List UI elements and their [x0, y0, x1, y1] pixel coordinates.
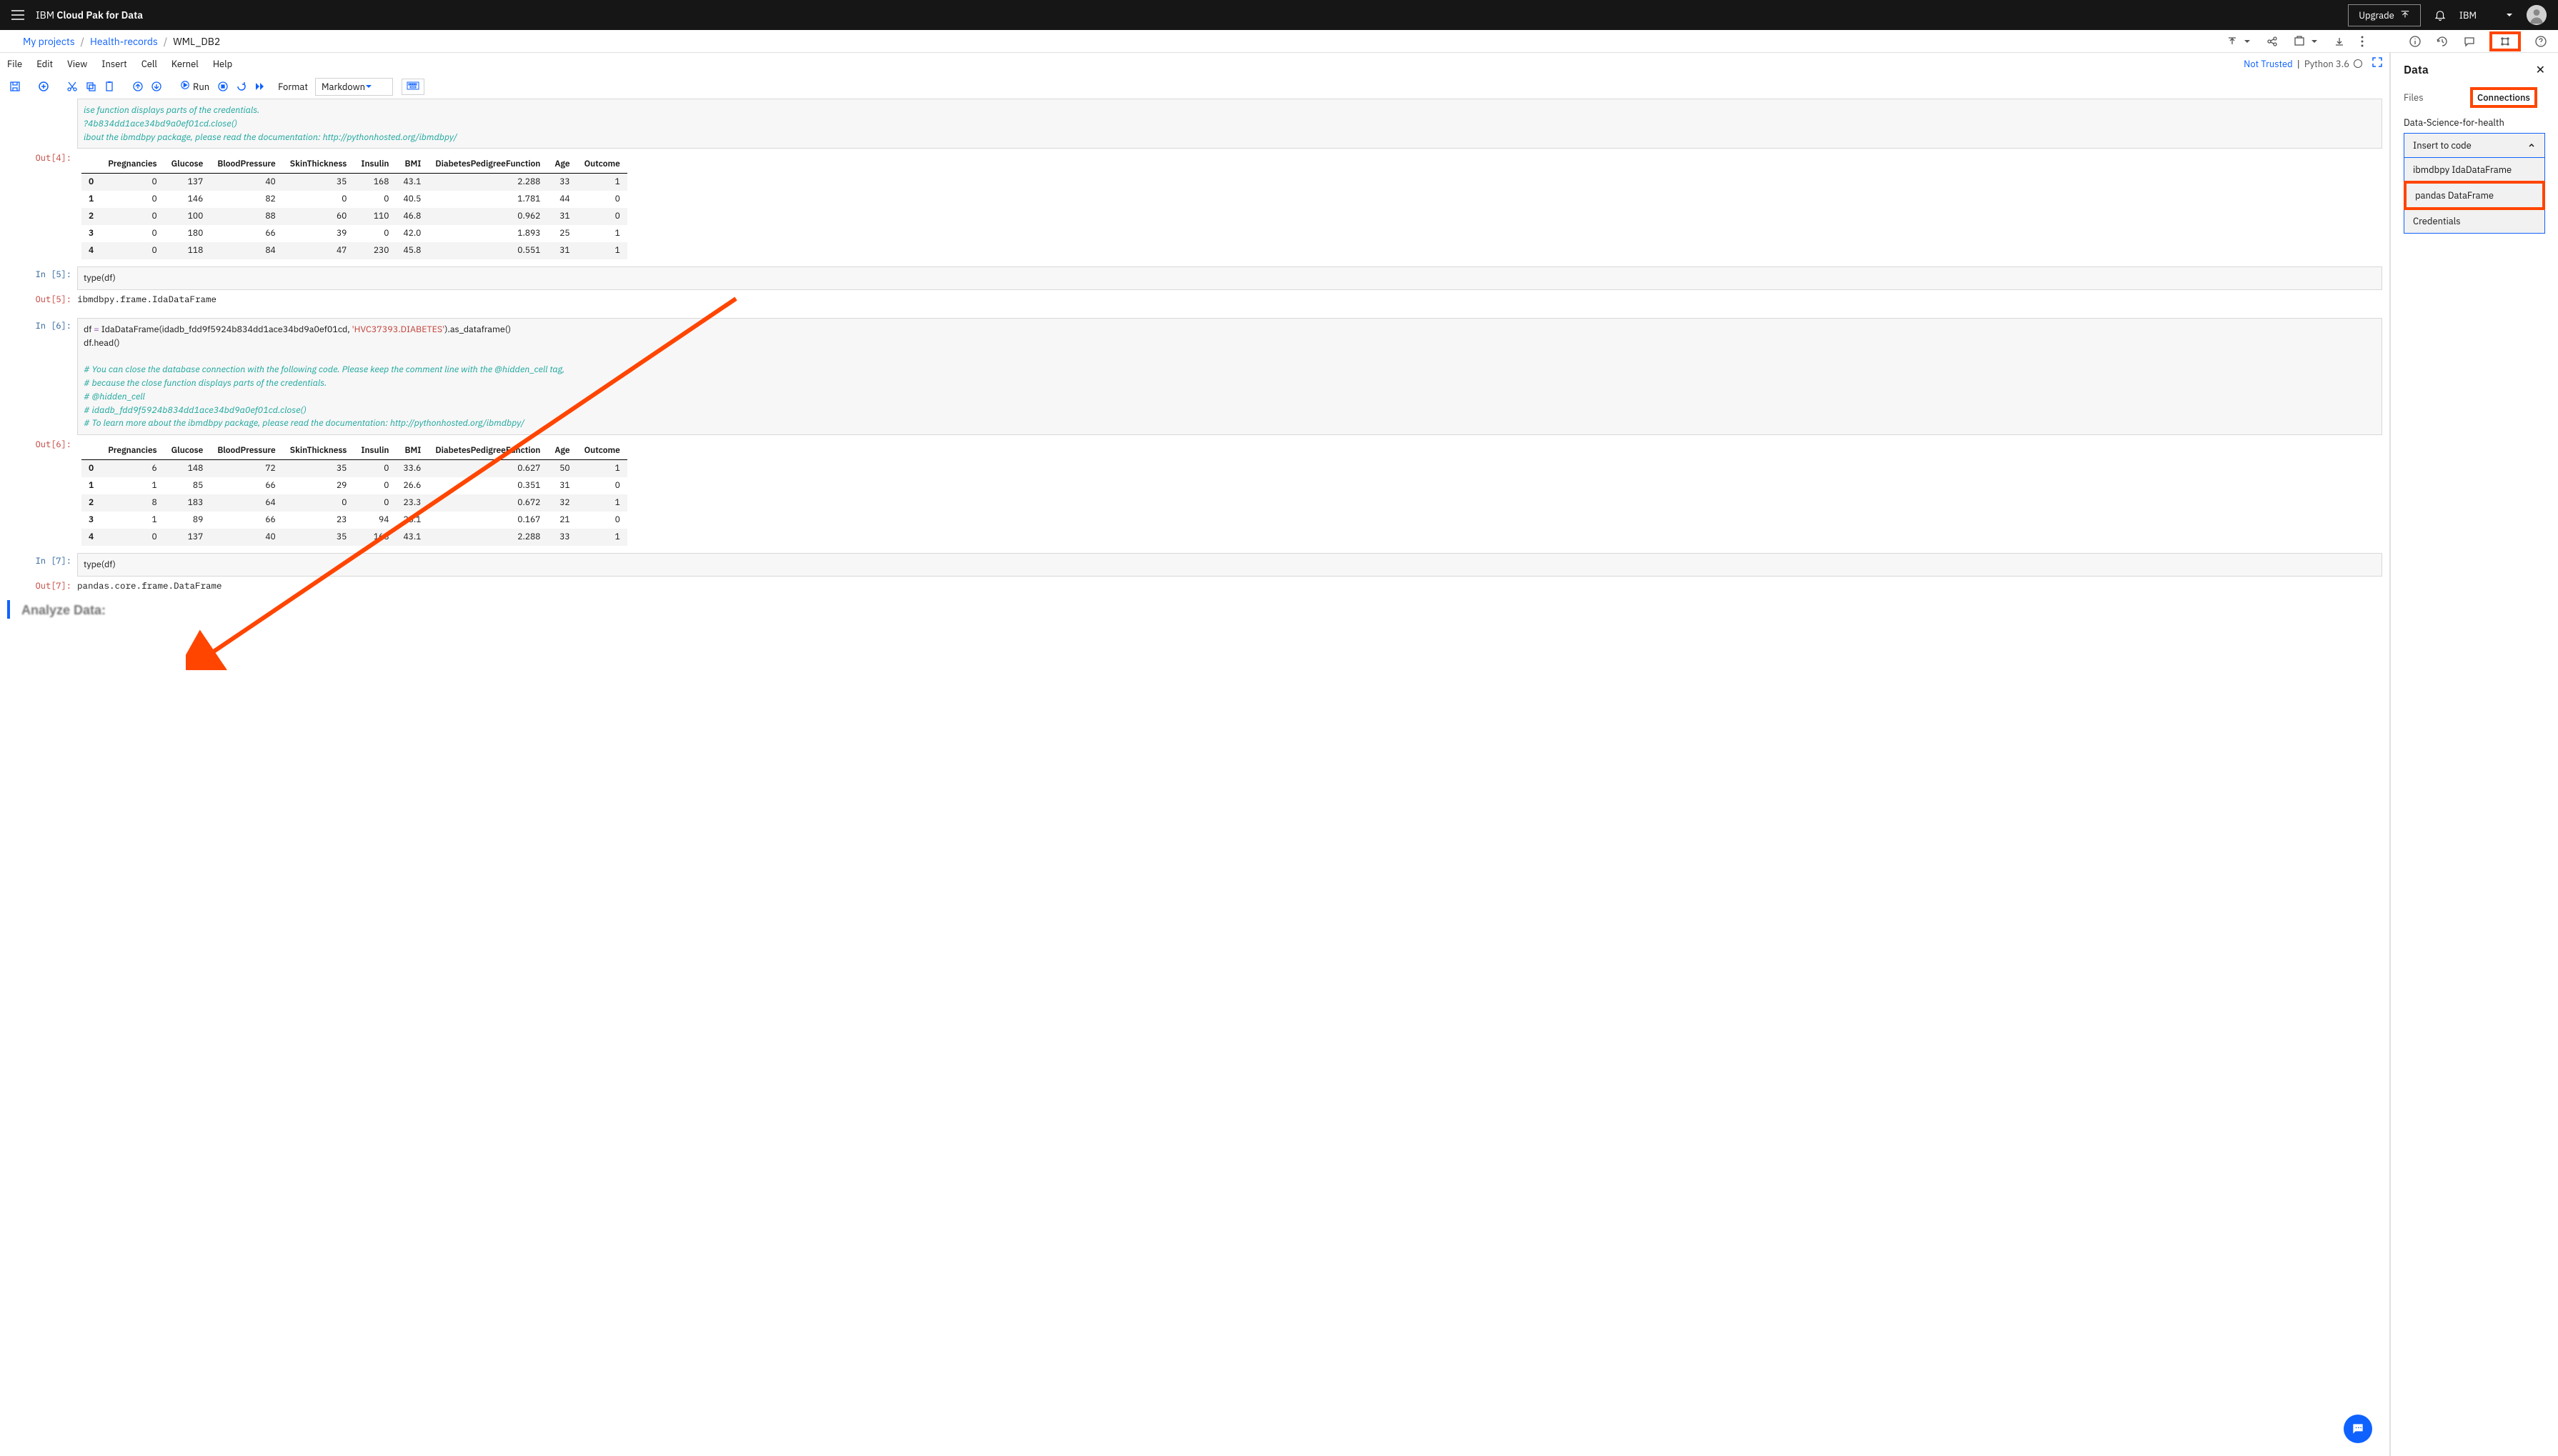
kernel-status-icon [2354, 59, 2362, 68]
copy-icon[interactable] [83, 79, 99, 94]
code-cell-partial[interactable]: ise function displays parts of the crede… [77, 99, 2382, 149]
top-header: IBM Cloud Pak for Data Upgrade IBM [0, 0, 2558, 30]
kernel-name: Python 3.6 [2304, 58, 2349, 70]
user-menu[interactable]: IBM [2459, 9, 2514, 21]
share-icon[interactable] [2266, 36, 2278, 47]
command-palette-icon[interactable] [402, 79, 424, 95]
tab-files[interactable]: Files [2404, 87, 2474, 108]
output-6: PregnanciesGlucoseBloodPressureSkinThick… [77, 437, 2382, 552]
trust-status[interactable]: Not Trusted [2244, 58, 2293, 70]
run-all-icon[interactable] [252, 79, 268, 94]
move-up-icon[interactable] [130, 79, 146, 94]
menu-kernel[interactable]: Kernel [171, 58, 199, 70]
insert-opt-credentials[interactable]: Credentials [2404, 209, 2544, 233]
menu-file[interactable]: File [7, 58, 22, 70]
avatar[interactable] [2527, 5, 2547, 25]
connection-name: Data-Science-for-health [2404, 116, 2545, 129]
download-icon[interactable] [2334, 36, 2345, 47]
markdown-heading: Analyze Data: [10, 600, 2382, 618]
close-icon[interactable]: ✕ [2536, 63, 2545, 77]
code-cell-7[interactable]: type(df) [77, 553, 2382, 577]
insert-to-code-select[interactable]: Insert to code [2404, 133, 2545, 158]
paste-icon[interactable] [101, 79, 117, 94]
save-icon[interactable] [7, 79, 23, 94]
help-icon[interactable] [2535, 36, 2547, 47]
code-cell-6[interactable]: df = IdaDataFrame(idadb_fdd9f5924b834dd1… [77, 318, 2382, 435]
out-prompt-7: Out[7]: [7, 578, 77, 594]
menu-insert[interactable]: Insert [101, 58, 126, 70]
tab-connections[interactable]: Connections [2474, 87, 2545, 108]
chat-help-button[interactable] [2344, 1415, 2372, 1443]
out-prompt-5: Out[5]: [7, 291, 77, 308]
insert-opt-pandas-dataframe[interactable]: pandas DataFrame [2404, 181, 2545, 210]
notebook-toolbar: Run Format Markdown [0, 74, 2389, 99]
breadcrumb-root[interactable]: My projects [23, 35, 75, 48]
menu-help[interactable]: Help [213, 58, 232, 70]
out-prompt-4: Out[4]: [7, 150, 77, 265]
format-label: Format [278, 81, 308, 93]
stop-icon[interactable] [215, 79, 231, 94]
out-prompt-6: Out[6]: [7, 437, 77, 552]
data-side-panel: Data ✕ Files Connections Data-Science-fo… [2390, 53, 2558, 1456]
history-icon[interactable] [2437, 36, 2448, 47]
add-cell-icon[interactable] [36, 79, 51, 94]
info-icon[interactable] [2409, 36, 2421, 47]
output-4: PregnanciesGlucoseBloodPressureSkinThick… [77, 150, 2382, 265]
notebook-area: File Edit View Insert Cell Kernel Help N… [0, 53, 2390, 1456]
menu-edit[interactable]: Edit [36, 58, 53, 70]
jobs-icon[interactable] [2294, 36, 2305, 47]
hamburger-menu-icon[interactable] [11, 10, 24, 20]
restart-icon[interactable] [234, 79, 249, 94]
in-prompt-7: In [7]: [7, 553, 77, 577]
move-down-icon[interactable] [149, 79, 164, 94]
expand-icon[interactable] [2372, 57, 2382, 70]
brand-title: IBM Cloud Pak for Data [36, 9, 143, 21]
breadcrumb-bar: My projects / Health-records / WML_DB2 [0, 30, 2558, 53]
kebab-menu-icon[interactable] [2361, 36, 2364, 47]
comment-icon[interactable] [2464, 36, 2475, 47]
menu-cell[interactable]: Cell [141, 58, 157, 70]
cell-type-select[interactable]: Markdown [315, 78, 393, 96]
in-prompt-6: In [6]: [7, 318, 77, 435]
chevron-down-icon[interactable] [2311, 38, 2318, 45]
output-5: ibmdbpy.frame.IdaDataFrame [77, 291, 2382, 308]
cut-icon[interactable] [64, 79, 80, 94]
output-7: pandas.core.frame.DataFrame [77, 578, 2382, 594]
breadcrumb-current: WML_DB2 [173, 35, 220, 48]
breadcrumb: My projects / Health-records / WML_DB2 [23, 35, 220, 48]
code-cell-5[interactable]: type(df) [77, 266, 2382, 290]
publish-icon[interactable] [2226, 36, 2238, 47]
menu-view[interactable]: View [67, 58, 87, 70]
upgrade-button[interactable]: Upgrade [2348, 4, 2421, 26]
markdown-cell-selected[interactable]: Analyze Data: [7, 600, 2382, 619]
breadcrumb-project[interactable]: Health-records [90, 35, 158, 48]
notifications-icon[interactable] [2434, 9, 2447, 21]
run-button[interactable]: Run [177, 80, 212, 93]
notebook-body[interactable]: ise function displays parts of the crede… [0, 99, 2389, 1456]
data-panel-toggle-icon[interactable] [2489, 31, 2521, 51]
notebook-menu: File Edit View Insert Cell Kernel Help N… [0, 53, 2389, 74]
in-prompt-5: In [5]: [7, 266, 77, 290]
insert-opt-idadataframe[interactable]: ibmdbpy IdaDataFrame [2404, 158, 2544, 181]
side-panel-title: Data [2404, 63, 2429, 77]
chevron-down-icon[interactable] [2244, 38, 2251, 45]
